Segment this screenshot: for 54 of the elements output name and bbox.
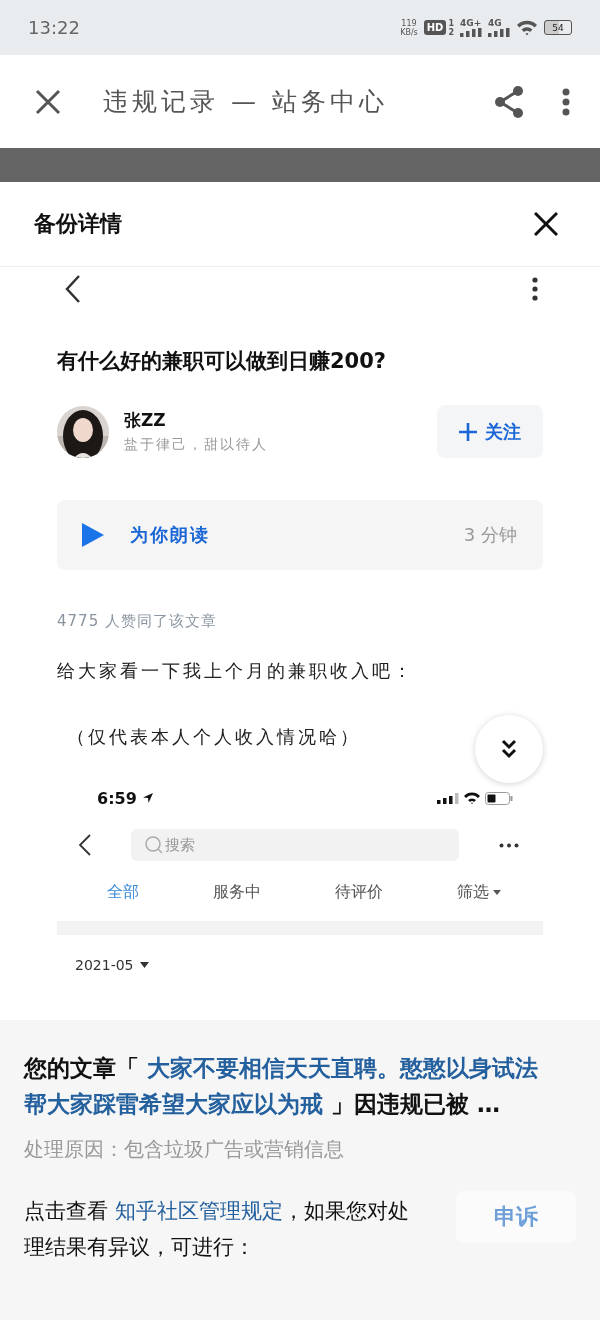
clock: 13:22	[28, 17, 80, 38]
author-name: 张ZZ	[124, 409, 167, 432]
clock: 6:59	[97, 788, 137, 808]
tab[interactable]: 待评价	[335, 881, 383, 903]
sheet-title: 备份详情	[34, 210, 122, 238]
paragraph: 给大家看一下我上个月的兼职收入吧：	[57, 659, 415, 683]
more-icon[interactable]	[499, 842, 519, 848]
month-selector[interactable]: 2021-05	[75, 957, 134, 973]
appeal-instruction: 点击查看 知乎社区管理规定，如果您对处理结果有异议，可进行：	[24, 1198, 410, 1261]
tab[interactable]: 全部	[107, 881, 139, 903]
wifi-icon	[464, 792, 480, 804]
violation-reason: 处理原因：包含垃圾广告或营销信息	[24, 1136, 345, 1163]
back-icon[interactable]	[65, 275, 81, 303]
like-count: 4775 人赞同了该文章	[57, 612, 218, 631]
network-type: 4G+	[460, 18, 482, 28]
filter-dropdown[interactable]: 筛选	[457, 881, 501, 903]
signal-icon	[437, 792, 459, 804]
more-icon[interactable]	[532, 277, 538, 301]
read-aloud-bar[interactable]: 为你朗读 3 分钟	[57, 500, 543, 570]
article-title: 有什么好的兼职可以做到日赚200?	[57, 348, 388, 375]
sim-slot-number: 1	[448, 18, 454, 28]
play-icon	[82, 523, 104, 547]
tab[interactable]: 服务中	[213, 881, 261, 903]
plus-icon	[459, 422, 477, 441]
close-icon[interactable]	[35, 88, 61, 115]
network-speed: 119	[401, 18, 417, 28]
battery-level: 54	[552, 22, 564, 33]
paragraph: （仅代表本人个人收入情况哈）	[66, 725, 362, 749]
scroll-down-button[interactable]	[475, 715, 543, 783]
battery-icon	[485, 791, 513, 805]
page-title: 违规记录 — 站务中心	[103, 86, 389, 118]
share-icon[interactable]	[494, 85, 524, 118]
author-bio: 盐于律己，甜以待人	[124, 436, 269, 454]
network-type: 4G	[488, 18, 502, 28]
caret-icon	[139, 962, 149, 968]
more-icon[interactable]	[562, 87, 570, 116]
location-arrow-icon	[141, 792, 154, 804]
sim-slot-number: 2	[448, 27, 454, 37]
rules-link[interactable]: 知乎社区管理规定	[114, 1199, 283, 1223]
wifi-icon	[516, 19, 538, 36]
double-chevron-down-icon	[501, 739, 517, 759]
violation-notice: 您的文章「 大家不要相信天天直聘。憨憨以身试法帮大家踩雷希望大家应以为戒 」因违规已被 …	[24, 1054, 539, 1119]
read-aloud-label: 为你朗读	[130, 523, 211, 547]
back-icon[interactable]	[79, 834, 91, 856]
signal-icon	[460, 28, 482, 37]
search-field[interactable]: 搜索	[131, 829, 459, 861]
caret-icon	[493, 889, 501, 895]
search-icon	[145, 836, 163, 854]
close-icon[interactable]	[534, 212, 558, 236]
follow-button[interactable]: 关注	[437, 405, 543, 458]
hd-badge: HD	[423, 20, 447, 35]
read-duration: 3 分钟	[463, 523, 517, 547]
network-speed-unit: KB/s	[400, 27, 418, 37]
signal-icon	[488, 28, 510, 37]
